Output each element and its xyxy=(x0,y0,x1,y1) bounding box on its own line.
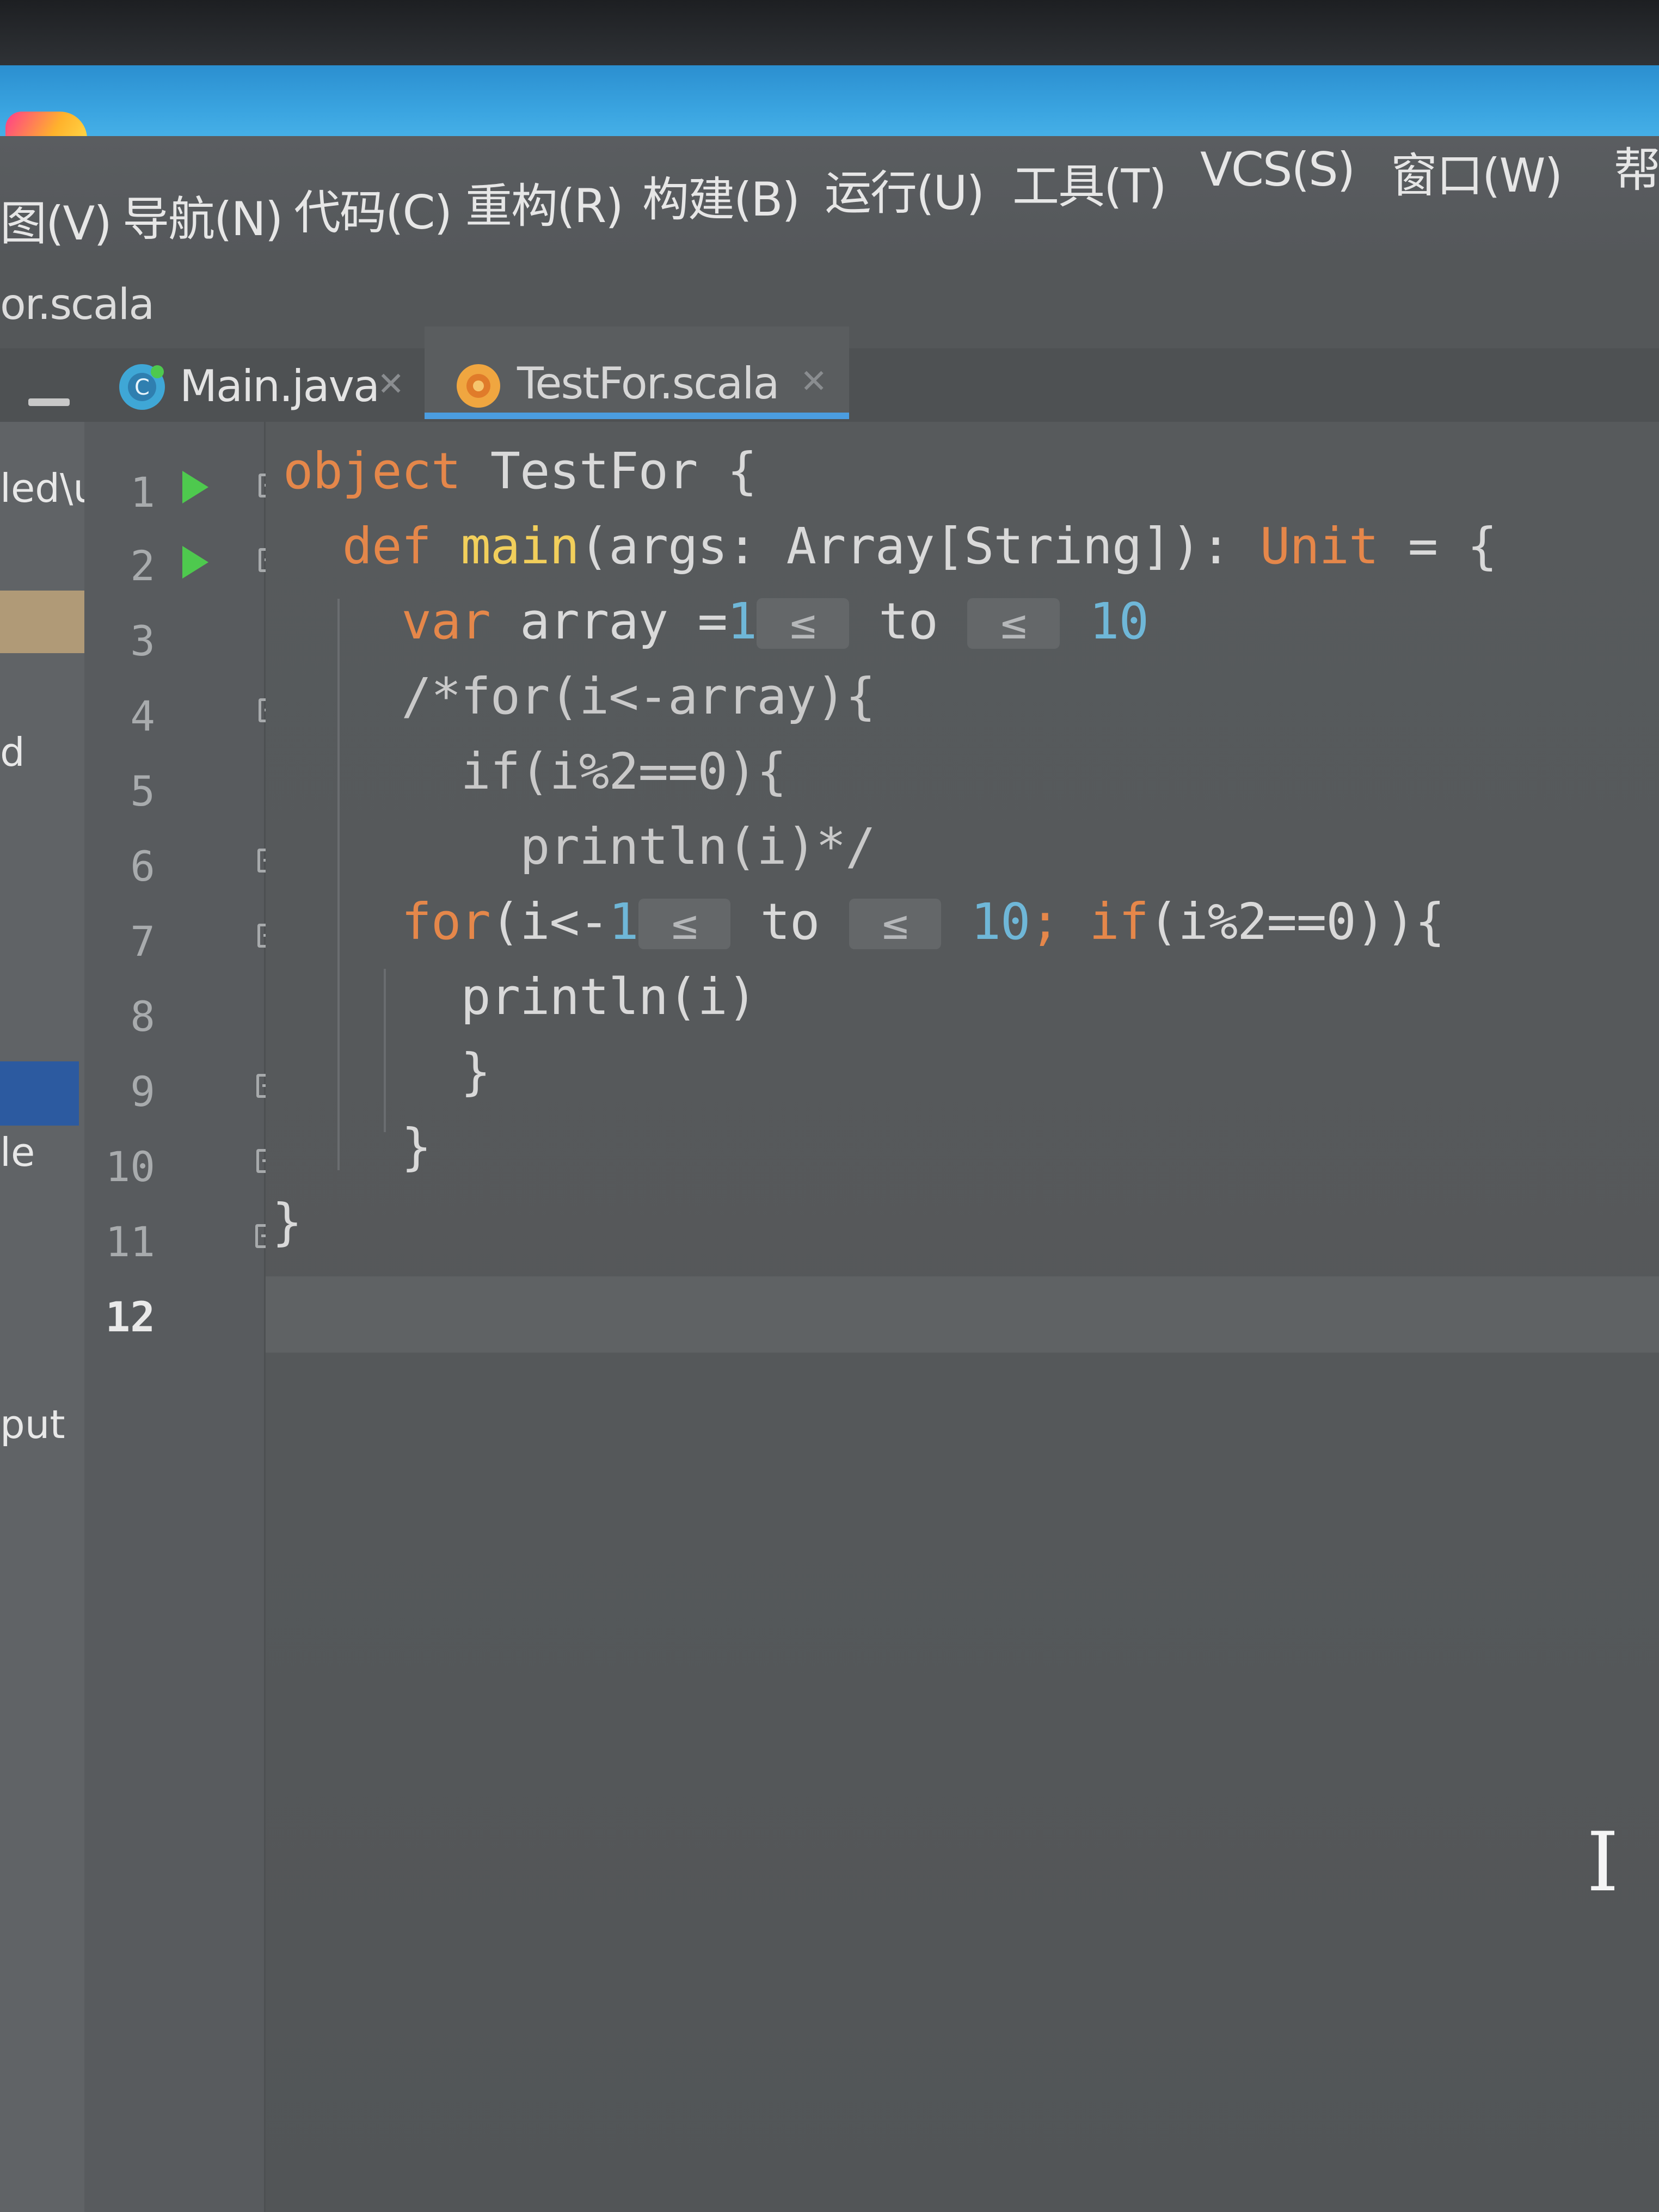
ide-window: 图(V) 导航(N) 代码(C) 重构(R) 构建(B) 运行(U) 工具(T)… xyxy=(0,0,1659,2212)
code-token: } xyxy=(283,1118,432,1176)
code-token: main xyxy=(460,517,580,575)
code-token: to xyxy=(730,893,849,951)
editor-gutter: 1 2 3 4 5 6 7 8 9 10 11 12 xyxy=(84,422,278,2212)
title-bar xyxy=(0,65,1659,147)
menu-navigate[interactable]: 导航(N) xyxy=(122,181,283,249)
code-line[interactable]: } xyxy=(283,1043,490,1101)
code-token: if xyxy=(1089,893,1149,951)
menu-bar: 图(V) 导航(N) 代码(C) 重构(R) 构建(B) 运行(U) 工具(T)… xyxy=(0,136,1659,251)
svg-text:C: C xyxy=(134,375,150,400)
inlay-hint: ≤ xyxy=(757,598,849,649)
code-token: Unit xyxy=(1259,517,1379,575)
line-number: 7 xyxy=(130,917,155,966)
inlay-hint: ≤ xyxy=(967,598,1060,649)
line-number: 2 xyxy=(130,542,155,590)
line-number: 10 xyxy=(105,1142,155,1191)
panel-item[interactable]: le xyxy=(0,1129,35,1175)
close-icon[interactable]: ✕ xyxy=(800,362,827,401)
code-line[interactable]: } xyxy=(283,1118,432,1176)
menu-view[interactable]: 图(V) xyxy=(0,185,112,253)
menu-vcs[interactable]: VCS(S) xyxy=(1200,143,1355,197)
code-token: var xyxy=(283,592,520,650)
code-line[interactable]: println(i)*/ xyxy=(283,818,876,876)
code-line[interactable]: var array =1 ≤ to ≤ 10 xyxy=(283,592,1149,650)
code-token: 10 xyxy=(941,893,1031,951)
monitor-bezel xyxy=(0,0,1659,65)
code-token: } xyxy=(272,1193,302,1251)
code-line[interactable]: object TestFor { xyxy=(283,442,757,500)
menu-window[interactable]: 窗口(W) xyxy=(1391,137,1563,205)
line-number: 1 xyxy=(130,468,155,517)
panel-item[interactable]: led\u xyxy=(0,465,98,511)
code-token: (i%2==0)){ xyxy=(1148,893,1445,951)
panel-selected-row[interactable] xyxy=(0,1061,79,1126)
menu-help[interactable]: 帮 xyxy=(1614,132,1659,200)
project-panel[interactable]: led\u d le put xyxy=(0,422,98,2212)
breadcrumb-file[interactable]: or.scala xyxy=(0,280,155,329)
code-token: (i<- xyxy=(490,893,610,951)
code-token: for xyxy=(283,893,491,951)
code-token: array = xyxy=(520,592,728,650)
tab-label: TestFor.scala xyxy=(517,358,780,409)
code-line[interactable]: def main(args: Array[String]): Unit = { xyxy=(283,517,1497,575)
code-token: 1 xyxy=(727,592,757,650)
scala-object-icon xyxy=(457,364,500,408)
inlay-hint: ≤ xyxy=(849,899,942,949)
tab-testfor-scala[interactable]: TestFor.scala ✕ xyxy=(425,327,849,419)
panel-highlight-row[interactable] xyxy=(0,591,84,653)
text-cursor-icon: I xyxy=(1587,1815,1619,1910)
code-token: TestFor { xyxy=(460,442,758,500)
code-token: println(i) xyxy=(283,968,757,1026)
close-icon[interactable]: ✕ xyxy=(377,365,404,403)
inlay-hint: ≤ xyxy=(638,899,731,949)
code-token: def xyxy=(283,517,461,575)
code-token: } xyxy=(283,1043,490,1101)
line-number: 5 xyxy=(130,767,155,815)
code-token: object xyxy=(283,442,461,500)
line-number: 4 xyxy=(130,692,155,740)
code-token: /*for(i<-array){ xyxy=(283,667,876,726)
run-icon[interactable] xyxy=(182,546,208,579)
minimize-icon[interactable] xyxy=(28,398,70,406)
line-number: 3 xyxy=(130,617,155,665)
code-token: ; xyxy=(1030,893,1090,951)
code-line[interactable]: for(i<-1 ≤ to ≤ 10; if(i%2==0)){ xyxy=(283,893,1445,951)
menu-code[interactable]: 代码(C) xyxy=(294,174,452,242)
menu-tools[interactable]: 工具(T) xyxy=(1012,148,1167,216)
code-token: println(i)*/ xyxy=(283,818,876,876)
line-number: 8 xyxy=(130,992,155,1041)
current-line-highlight xyxy=(266,1276,1659,1353)
tab-main-java[interactable]: C Main.java ✕ xyxy=(112,351,416,419)
run-icon[interactable] xyxy=(182,471,208,503)
panel-item[interactable]: d xyxy=(0,729,25,775)
menu-run[interactable]: 运行(U) xyxy=(825,155,985,223)
panel-item[interactable]: put xyxy=(0,1402,65,1447)
code-line[interactable]: println(i) xyxy=(283,968,757,1026)
code-token: to xyxy=(849,592,968,650)
line-number: 11 xyxy=(105,1218,155,1266)
code-token: (args: Array[String]): xyxy=(579,517,1260,575)
code-line[interactable]: } xyxy=(272,1193,302,1251)
active-tab-indicator xyxy=(425,413,849,419)
tab-label: Main.java xyxy=(180,361,380,411)
line-number-current: 12 xyxy=(105,1293,155,1341)
code-token: if(i%2==0){ xyxy=(283,742,787,801)
code-line[interactable]: /*for(i<-array){ xyxy=(283,667,876,726)
menu-refactor[interactable]: 重构(R) xyxy=(465,168,624,236)
code-token: 1 xyxy=(609,893,638,951)
line-number: 6 xyxy=(130,842,155,890)
line-number: 9 xyxy=(130,1067,155,1116)
code-token: 10 xyxy=(1059,592,1149,650)
menu-build[interactable]: 构建(B) xyxy=(642,161,800,229)
code-line[interactable]: if(i%2==0){ xyxy=(283,742,787,801)
code-token: = { xyxy=(1378,517,1497,575)
java-class-icon: C xyxy=(119,364,165,410)
